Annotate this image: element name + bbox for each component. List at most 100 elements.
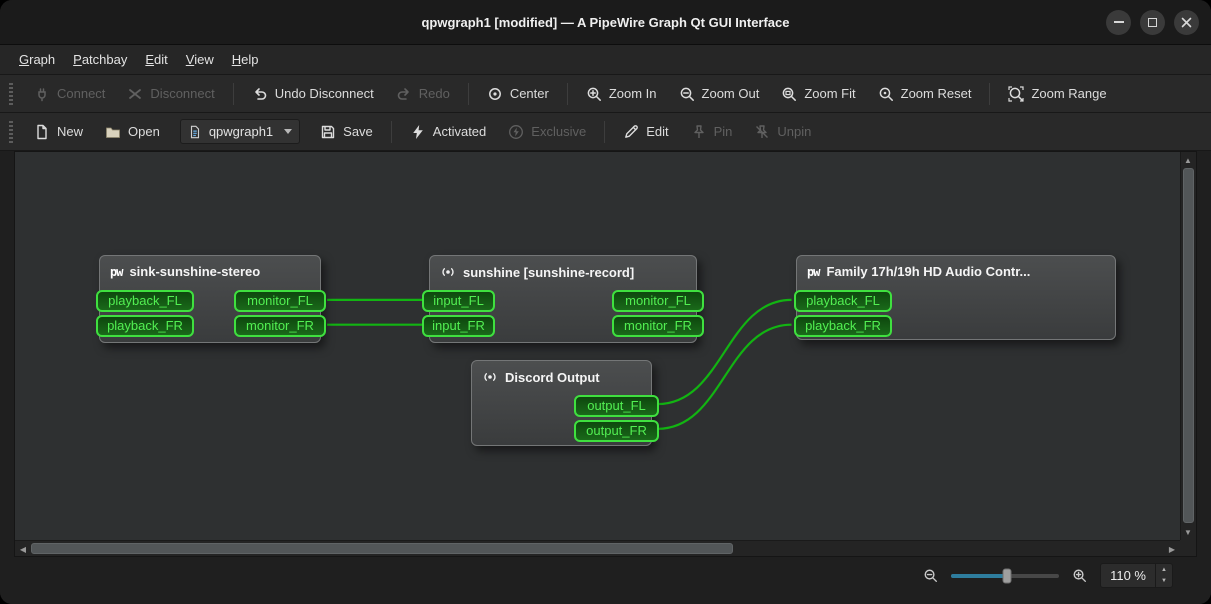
node-title: pw sink-sunshine-stereo <box>100 256 320 287</box>
zoom-out-icon <box>680 87 694 101</box>
port-monitor-fl[interactable]: monitor_FL <box>612 290 704 312</box>
port-input-fr[interactable]: input_FR <box>422 315 495 337</box>
zoom-fit-icon <box>782 87 797 101</box>
toolbar-patchbay: New Open qpwgraph1 Save Activated Exclus… <box>0 113 1211 151</box>
menubar: Graph Patchbay Edit View Help <box>0 45 1211 75</box>
center-icon <box>488 87 501 100</box>
window-controls <box>1106 0 1199 44</box>
new-button[interactable]: New <box>24 117 93 147</box>
menu-graph[interactable]: Graph <box>10 47 64 72</box>
node-title-text: sink-sunshine-stereo <box>129 264 261 279</box>
toolbar-separator <box>604 120 606 143</box>
zoom-fit-button[interactable]: Zoom Fit <box>771 79 865 109</box>
new-file-icon <box>37 124 47 139</box>
chevron-down-icon <box>284 129 293 134</box>
edit-label: Edit <box>646 124 669 139</box>
zoom-in-icon <box>1073 569 1087 583</box>
node-title-text: Discord Output <box>505 369 600 385</box>
unpin-label: Unpin <box>777 124 812 139</box>
pin-button[interactable]: Pin <box>681 117 743 147</box>
port-playback-fr[interactable]: playback_FR <box>794 315 892 337</box>
close-icon <box>1181 17 1192 27</box>
menu-patchbay[interactable]: Patchbay <box>64 47 136 72</box>
unpin-icon <box>756 124 769 138</box>
port-playback-fl[interactable]: playback_FL <box>794 290 892 312</box>
open-button[interactable]: Open <box>95 117 170 147</box>
scroll-up-button[interactable]: ▲ <box>1180 152 1196 168</box>
zoom-fit-label: Zoom Fit <box>804 86 856 101</box>
activated-label: Activated <box>432 124 487 139</box>
zoom-reset-label: Zoom Reset <box>900 86 972 101</box>
pipewire-icon: pw <box>807 264 820 279</box>
save-button[interactable]: Save <box>310 117 383 147</box>
connect-button[interactable]: Connect <box>24 79 115 109</box>
port-playback-fl[interactable]: playback_FL <box>96 290 194 312</box>
node-title: pw Family 17h/19h HD Audio Contr... <box>797 256 1115 287</box>
zoom-decrement-button[interactable]: ▼ <box>1156 576 1172 588</box>
center-button[interactable]: Center <box>477 79 559 109</box>
node-title-text: Family 17h/19h HD Audio Contr... <box>826 264 1031 279</box>
zoom-spinbox[interactable]: 110 % ▲ ▼ <box>1100 563 1173 588</box>
zoom-in-button[interactable]: Zoom In <box>576 79 667 109</box>
redo-button[interactable]: Redo <box>386 79 460 109</box>
toolbar-drag-handle[interactable] <box>9 120 13 143</box>
maximize-button[interactable] <box>1140 9 1165 35</box>
scroll-down-button[interactable]: ▼ <box>1180 524 1196 540</box>
zoom-reset-button[interactable]: Zoom Reset <box>868 79 982 109</box>
activated-toggle[interactable]: Activated <box>400 117 496 147</box>
zoom-spin-arrows: ▲ ▼ <box>1155 564 1172 587</box>
port-playback-fr[interactable]: playback_FR <box>96 315 194 337</box>
minimize-button[interactable] <box>1106 9 1131 35</box>
audio-app-icon <box>442 268 454 276</box>
connect-icon <box>38 87 46 101</box>
zoom-slider[interactable] <box>951 568 1060 583</box>
port-monitor-fl[interactable]: monitor_FL <box>234 290 326 312</box>
vertical-scrollbar-thumb[interactable] <box>1183 168 1194 523</box>
toolbar-graph: Connect Disconnect Undo Disconnect Redo … <box>0 75 1211 113</box>
lightning-icon <box>412 124 423 139</box>
disconnect-icon <box>129 88 142 99</box>
audio-app-icon <box>484 373 496 381</box>
titlebar[interactable]: qpwgraph1 [modified] — A PipeWire Graph … <box>0 0 1211 45</box>
center-label: Center <box>509 86 549 101</box>
zoom-increment-button[interactable]: ▲ <box>1156 564 1172 576</box>
exclusive-toggle[interactable]: Exclusive <box>498 117 596 147</box>
horizontal-scrollbar-thumb[interactable] <box>31 543 733 554</box>
node-title-text: sunshine [sunshine-record] <box>463 264 635 280</box>
port-output-fr[interactable]: output_FR <box>574 420 659 442</box>
new-label: New <box>57 124 84 139</box>
edit-button[interactable]: Edit <box>613 117 678 147</box>
vertical-scrollbar[interactable]: ▲ ▼ <box>1180 152 1196 540</box>
zoom-slider-handle[interactable] <box>1002 568 1012 583</box>
close-button[interactable] <box>1174 9 1199 35</box>
graph-canvas[interactable]: pw sink-sunshine-stereo sunshine [sunshi… <box>15 152 1180 540</box>
toolbar-separator <box>390 120 392 143</box>
menu-view[interactable]: View <box>177 47 223 72</box>
horizontal-scrollbar[interactable]: ◀ ▶ <box>15 540 1180 556</box>
zoom-out-button[interactable]: Zoom Out <box>669 79 770 109</box>
patchbay-file-icon <box>190 125 199 138</box>
unpin-button[interactable]: Unpin <box>744 117 821 147</box>
menu-help[interactable]: Help <box>223 47 268 72</box>
zoom-range-button[interactable]: Zoom Range <box>998 79 1116 109</box>
statusbar: 110 % ▲ ▼ <box>0 557 1211 604</box>
patchbay-selector-combo[interactable]: qpwgraph1 <box>179 119 301 144</box>
port-monitor-fr[interactable]: monitor_FR <box>612 315 704 337</box>
maximize-icon <box>1148 17 1157 27</box>
scroll-left-button[interactable]: ◀ <box>15 541 31 557</box>
port-output-fl[interactable]: output_FL <box>574 395 659 417</box>
toolbar-drag-handle[interactable] <box>9 82 13 105</box>
node-title: Discord Output <box>472 361 651 393</box>
scrollbar-corner <box>1180 540 1196 556</box>
port-input-fl[interactable]: input_FL <box>422 290 495 312</box>
patchbay-combo-value: qpwgraph1 <box>208 124 274 139</box>
scroll-right-button[interactable]: ▶ <box>1164 541 1180 557</box>
menu-edit[interactable]: Edit <box>136 47 176 72</box>
central-area: pw sink-sunshine-stereo sunshine [sunshi… <box>0 151 1211 557</box>
zoom-value[interactable]: 110 % <box>1101 564 1155 587</box>
node-title: sunshine [sunshine-record] <box>430 256 696 288</box>
port-monitor-fr[interactable]: monitor_FR <box>234 315 326 337</box>
undo-disconnect-button[interactable]: Undo Disconnect <box>242 79 384 109</box>
disconnect-button[interactable]: Disconnect <box>117 79 224 109</box>
undo-disconnect-label: Undo Disconnect <box>274 86 374 101</box>
